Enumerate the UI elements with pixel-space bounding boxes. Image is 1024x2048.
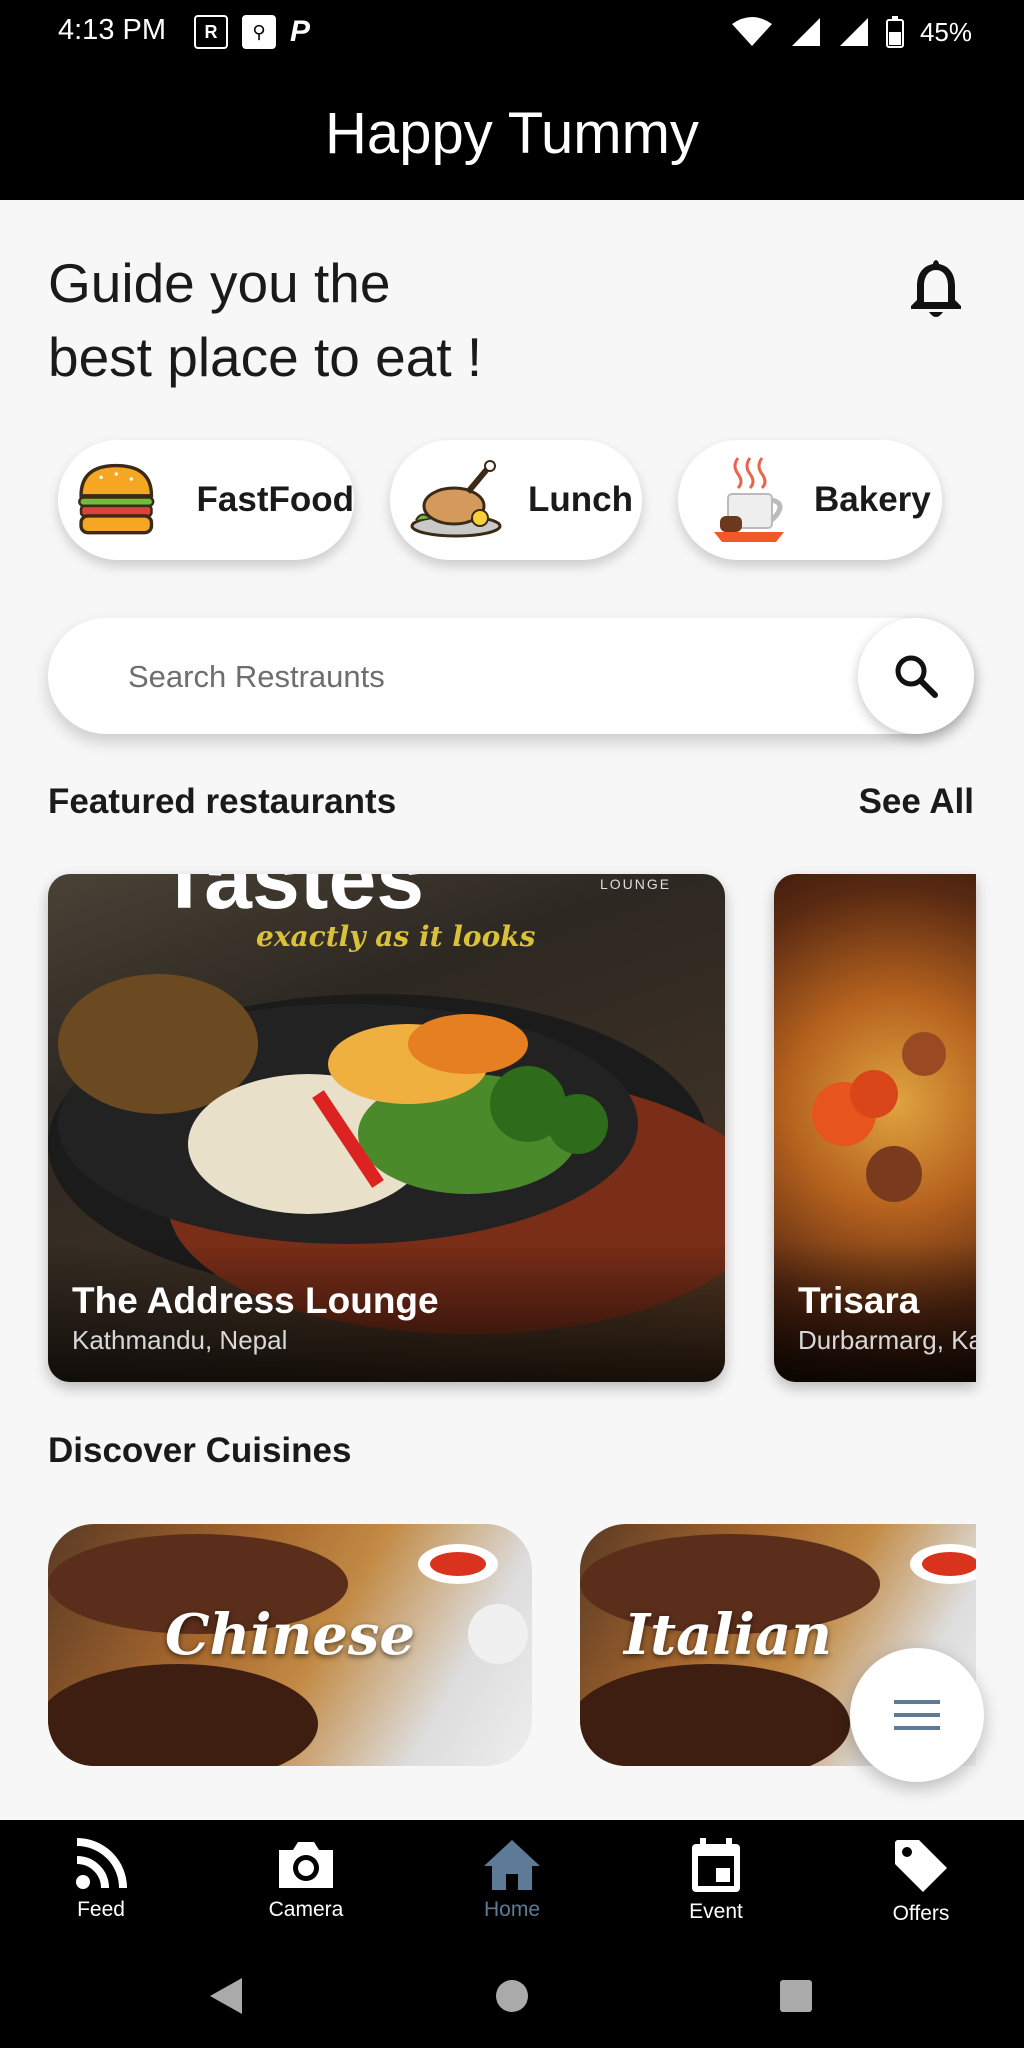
restaurant-name: The Address Lounge [72, 1280, 439, 1321]
category-lunch[interactable]: Lunch [390, 440, 642, 560]
featured-title: Featured restaurants [48, 782, 397, 821]
menu-fab[interactable] [850, 1648, 984, 1782]
status-icons-right: 45% [730, 14, 972, 50]
rss-icon [76, 1838, 127, 1889]
battery-percent: 45% [919, 16, 972, 47]
system-nav-bar [0, 1950, 1024, 2048]
category-strip: FastFood Lunch Bakery [48, 440, 976, 570]
coffee-cup-icon [714, 457, 784, 542]
restaurant-location: Durbarmarg, Kat [798, 1325, 976, 1355]
restaurant-name: Trisara [798, 1280, 920, 1321]
nav-home[interactable]: Home [432, 1826, 592, 1946]
nav-label: Home [483, 1898, 541, 1921]
restaurant-location: Kathmandu, Nepal [72, 1325, 288, 1355]
category-fastfood[interactable]: FastFood [58, 440, 354, 560]
home-icon [484, 1840, 540, 1890]
featured-card[interactable]: Trisara Durbarmarg, Kat [774, 874, 976, 1382]
camera-icon [279, 1842, 333, 1888]
nav-label: Event [689, 1900, 743, 1923]
nav-label: Camera [268, 1898, 344, 1921]
search-input[interactable] [126, 648, 770, 706]
recents-icon[interactable] [778, 1978, 814, 2014]
home-circle-icon[interactable] [494, 1978, 530, 2014]
roast-chicken-icon [410, 460, 502, 538]
status-time: 4:13 PM [58, 14, 166, 46]
status-icons-left: R ⚲ P [194, 14, 310, 50]
search-icon [895, 655, 938, 698]
cuisines-title: Discover Cuisines [48, 1431, 352, 1470]
usb-icon: ⚲ [242, 15, 276, 49]
banner-brand: LOUNGE [600, 876, 672, 892]
headline-line2: best place to eat ! [48, 326, 483, 388]
banner-subtext: exactly as it looks [256, 920, 536, 953]
category-label: FastFood [196, 480, 354, 519]
category-label: Bakery [814, 480, 931, 519]
nav-camera[interactable]: Camera [226, 1826, 386, 1946]
wifi-icon [731, 17, 772, 46]
nav-label: Offers [892, 1902, 950, 1925]
burger-icon [78, 463, 155, 535]
nav-offers[interactable]: Offers [841, 1826, 1001, 1946]
battery-icon [885, 16, 904, 48]
app-title: Happy Tummy [325, 101, 699, 166]
parking-icon: P [290, 15, 311, 48]
search-bar [48, 618, 974, 734]
headline-line1: Guide you the [48, 252, 391, 314]
calendar-icon [692, 1838, 740, 1892]
search-button[interactable] [858, 618, 974, 734]
bell-icon[interactable] [904, 254, 968, 322]
category-bakery[interactable]: Bakery [678, 440, 942, 560]
rr-icon: R [194, 15, 228, 49]
featured-card[interactable]: Tastes exactly as it looks LOUNGE The Ad… [48, 874, 725, 1382]
nav-event[interactable]: Event [636, 1826, 796, 1946]
tag-icon [895, 1840, 947, 1892]
menu-icon [894, 1700, 940, 1730]
nav-feed[interactable]: Feed [21, 1826, 181, 1946]
see-all-link[interactable]: See All [859, 782, 974, 822]
cuisine-label: Chinese [164, 1602, 416, 1668]
signal-icon [791, 18, 820, 46]
headline: Guide you the best place to eat ! [48, 246, 608, 394]
category-label: Lunch [528, 480, 633, 519]
cuisine-card-chinese[interactable]: Chinese [48, 1524, 532, 1766]
nav-label: Feed [77, 1898, 125, 1921]
signal-icon [839, 18, 868, 46]
back-icon[interactable] [206, 1976, 246, 2016]
